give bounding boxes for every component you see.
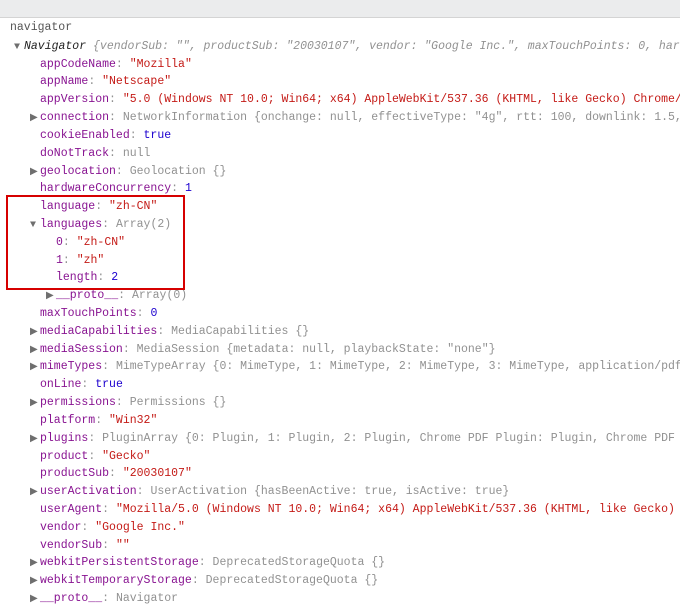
prop-languages-proto[interactable]: ▶__proto__: Array(0)	[6, 287, 680, 305]
console-output[interactable]: navigator ▼Navigator {vendorSub: "", pro…	[0, 18, 680, 608]
chevron-right-icon[interactable]: ▶	[30, 360, 40, 376]
prop-languages-1[interactable]: 1: "zh"	[6, 252, 680, 270]
prop-mediasession[interactable]: ▶mediaSession: MediaSession {metadata: n…	[6, 341, 680, 359]
chevron-right-icon[interactable]: ▶	[30, 592, 40, 608]
prop-webkitpersistent[interactable]: ▶webkitPersistentStorage: DeprecatedStor…	[6, 554, 680, 572]
prop-languages-0[interactable]: 0: "zh-CN"	[6, 234, 680, 252]
console-input-echo: navigator	[6, 18, 680, 38]
prop-hardwareconcurrency[interactable]: hardwareConcurrency: 1	[6, 180, 680, 198]
chevron-right-icon[interactable]: ▶	[30, 396, 40, 412]
prop-online[interactable]: onLine: true	[6, 376, 680, 394]
chevron-right-icon[interactable]: ▶	[30, 111, 40, 127]
prop-vendor[interactable]: vendor: "Google Inc."	[6, 519, 680, 537]
prop-connection[interactable]: ▶connection: NetworkInformation {onchang…	[6, 109, 680, 127]
prop-proto[interactable]: ▶__proto__: Navigator	[6, 590, 680, 608]
prop-useractivation[interactable]: ▶userActivation: UserActivation {hasBeen…	[6, 483, 680, 501]
prop-mediacapabilities[interactable]: ▶mediaCapabilities: MediaCapabilities {}	[6, 323, 680, 341]
prop-mimetypes[interactable]: ▶mimeTypes: MimeTypeArray {0: MimeType, …	[6, 358, 680, 376]
prop-language[interactable]: language: "zh-CN"	[6, 198, 680, 216]
prop-maxtouchpoints[interactable]: maxTouchPoints: 0	[6, 305, 680, 323]
prop-geolocation[interactable]: ▶geolocation: Geolocation {}	[6, 163, 680, 181]
prop-appcodename[interactable]: appCodeName: "Mozilla"	[6, 56, 680, 74]
chevron-down-icon[interactable]: ▼	[30, 218, 40, 234]
chevron-right-icon[interactable]: ▶	[30, 485, 40, 501]
chevron-right-icon[interactable]: ▶	[30, 556, 40, 572]
chevron-right-icon[interactable]: ▶	[46, 289, 56, 305]
chevron-right-icon[interactable]: ▶	[30, 165, 40, 181]
prop-appversion[interactable]: appVersion: "5.0 (Windows NT 10.0; Win64…	[6, 91, 680, 109]
chevron-down-icon[interactable]: ▼	[14, 40, 24, 56]
prop-languages[interactable]: ▼languages: Array(2)	[6, 216, 680, 234]
prop-productsub[interactable]: productSub: "20030107"	[6, 465, 680, 483]
window-tab-bar	[0, 0, 680, 18]
navigator-root[interactable]: ▼Navigator {vendorSub: "", productSub: "…	[6, 38, 680, 56]
chevron-right-icon[interactable]: ▶	[30, 325, 40, 341]
prop-webkittemporary[interactable]: ▶webkitTemporaryStorage: DeprecatedStora…	[6, 572, 680, 590]
prop-languages-length[interactable]: length: 2	[6, 269, 680, 287]
chevron-right-icon[interactable]: ▶	[30, 343, 40, 359]
prop-vendorsub[interactable]: vendorSub: ""	[6, 537, 680, 555]
prop-appname[interactable]: appName: "Netscape"	[6, 73, 680, 91]
prop-product[interactable]: product: "Gecko"	[6, 448, 680, 466]
prop-platform[interactable]: platform: "Win32"	[6, 412, 680, 430]
chevron-right-icon[interactable]: ▶	[30, 432, 40, 448]
prop-plugins[interactable]: ▶plugins: PluginArray {0: Plugin, 1: Plu…	[6, 430, 680, 448]
prop-useragent[interactable]: userAgent: "Mozilla/5.0 (Windows NT 10.0…	[6, 501, 680, 519]
prop-cookieenabled[interactable]: cookieEnabled: true	[6, 127, 680, 145]
prop-permissions[interactable]: ▶permissions: Permissions {}	[6, 394, 680, 412]
chevron-right-icon[interactable]: ▶	[30, 574, 40, 590]
prop-donottrack[interactable]: doNotTrack: null	[6, 145, 680, 163]
